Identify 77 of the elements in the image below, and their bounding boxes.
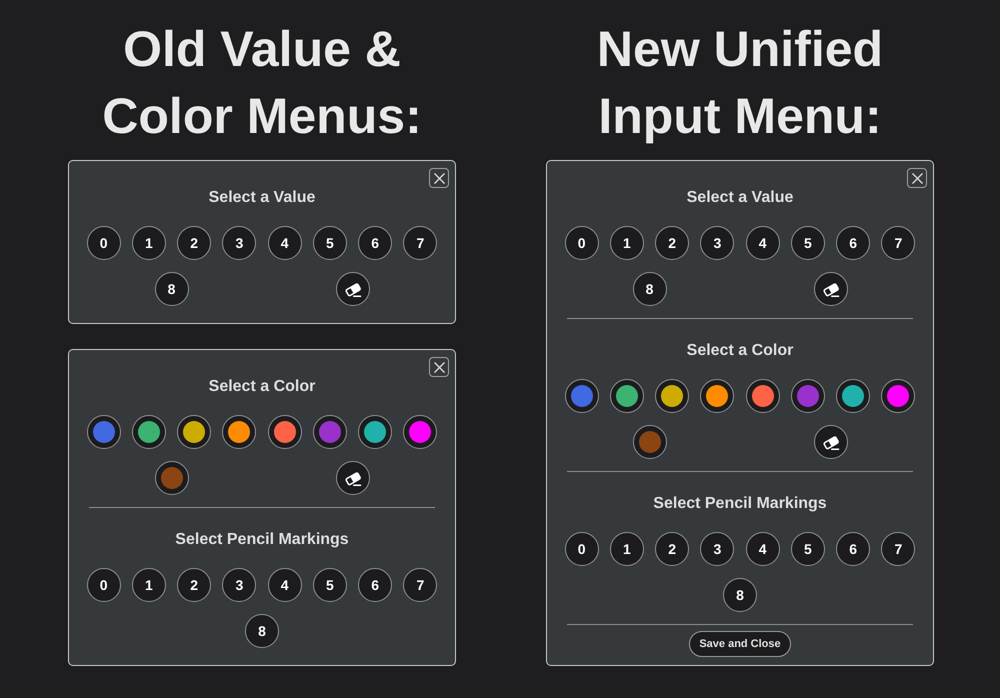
eraser-icon (344, 470, 362, 486)
number-button[interactable]: 5 (790, 226, 825, 260)
number-button[interactable]: 6 (358, 568, 392, 602)
number-button[interactable]: 5 (312, 568, 347, 602)
number-button[interactable]: 4 (268, 568, 302, 602)
number-button[interactable]: 2 (655, 532, 690, 566)
section-title: Select Pencil Markings (652, 494, 828, 514)
close-button[interactable] (429, 357, 449, 377)
color-button[interactable] (268, 415, 302, 449)
section-title: Select a Color (208, 377, 316, 397)
number-button[interactable]: 3 (700, 226, 734, 260)
color-button[interactable] (790, 379, 825, 413)
number-button[interactable]: 1 (132, 568, 166, 602)
number-button[interactable]: 1 (132, 226, 166, 260)
number-button[interactable]: 6 (836, 532, 870, 566)
section-title: Select a Value (208, 188, 316, 208)
color-button[interactable] (222, 415, 256, 449)
number-button[interactable]: 0 (86, 568, 121, 602)
number-button[interactable]: 3 (700, 532, 734, 566)
section-title: Select a Color (686, 341, 794, 361)
close-icon (912, 172, 922, 184)
color-button[interactable] (132, 415, 166, 449)
close-icon (434, 172, 444, 184)
number-button[interactable]: 4 (268, 226, 302, 260)
eraser-icon (344, 282, 362, 296)
section-title: Select a Value (686, 188, 794, 208)
eraser-icon (822, 434, 840, 450)
save-close-button[interactable]: Save and Close (689, 631, 791, 657)
close-icon (434, 362, 444, 372)
number-button[interactable]: 3 (222, 568, 256, 602)
eraser-button[interactable] (814, 272, 848, 306)
eraser-button[interactable] (336, 461, 370, 495)
number-button[interactable]: 2 (655, 226, 690, 260)
number-button[interactable]: 1 (610, 532, 644, 566)
number-button[interactable]: 3 (222, 226, 256, 260)
eraser-icon (822, 282, 840, 296)
number-button[interactable]: 2 (177, 226, 212, 260)
color-button[interactable] (746, 379, 780, 413)
color-button[interactable] (312, 415, 347, 449)
number-button[interactable]: 5 (790, 532, 825, 566)
column-heading: New Unified Input Menu: (596, 20, 884, 146)
number-button[interactable]: 0 (86, 226, 121, 260)
number-button[interactable]: 0 (564, 226, 599, 260)
number-button[interactable]: 4 (746, 532, 780, 566)
number-button[interactable]: 1 (610, 226, 644, 260)
number-button[interactable]: 2 (177, 568, 212, 602)
color-button[interactable] (700, 379, 734, 413)
color-button[interactable] (610, 379, 644, 413)
column-heading: Old Value & Color Menus: (101, 20, 423, 146)
color-button[interactable] (655, 379, 690, 413)
eraser-button[interactable] (814, 425, 848, 459)
number-button[interactable]: 6 (358, 226, 392, 260)
color-button[interactable] (154, 461, 188, 495)
number-button[interactable]: 8 (154, 272, 188, 306)
color-button[interactable] (836, 379, 870, 413)
number-button[interactable]: 0 (564, 532, 599, 566)
color-button[interactable] (358, 415, 392, 449)
number-button[interactable]: 8 (632, 272, 666, 306)
color-button[interactable] (881, 379, 916, 413)
color-button[interactable] (177, 415, 212, 449)
number-button[interactable]: 8 (723, 578, 757, 612)
color-button[interactable] (403, 415, 438, 449)
number-button[interactable]: 4 (746, 226, 780, 260)
number-button[interactable]: 7 (403, 226, 438, 260)
number-button[interactable]: 7 (403, 568, 438, 602)
number-button[interactable]: 6 (836, 226, 870, 260)
color-button[interactable] (86, 415, 121, 449)
eraser-button[interactable] (336, 272, 370, 306)
color-button[interactable] (564, 379, 599, 413)
number-button[interactable]: 5 (312, 226, 347, 260)
close-button[interactable] (907, 168, 927, 188)
number-button[interactable]: 8 (245, 614, 279, 648)
number-button[interactable]: 7 (881, 226, 916, 260)
number-button[interactable]: 7 (881, 532, 916, 566)
color-button[interactable] (632, 425, 666, 459)
close-button[interactable] (429, 168, 449, 188)
section-title: Select Pencil Markings (174, 530, 350, 550)
